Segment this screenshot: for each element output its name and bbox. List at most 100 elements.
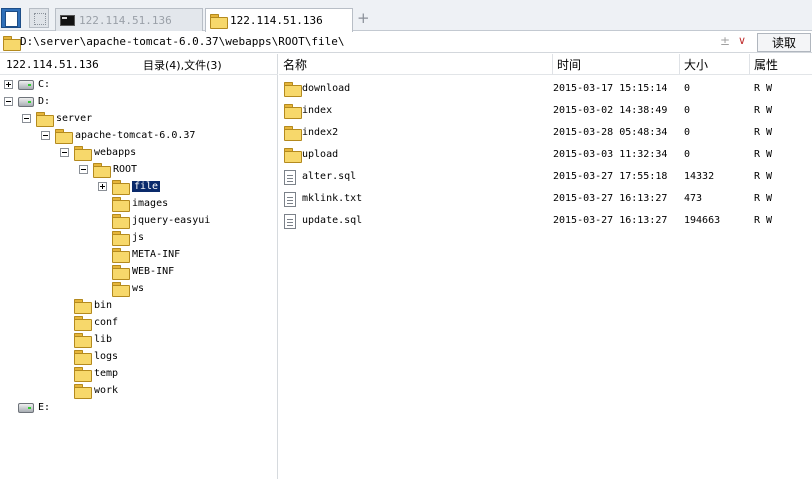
tree-item-label: webapps <box>94 147 137 158</box>
file-attr: R W <box>754 83 773 94</box>
drive-icon <box>18 402 34 413</box>
table-row[interactable]: index 2015-03-02 14:38:49 0 R W <box>279 100 812 122</box>
file-time: 2015-03-02 14:38:49 <box>553 105 668 116</box>
table-row[interactable]: mklink.txt 2015-03-27 16:13:27 473 R W <box>279 188 812 210</box>
tree-item[interactable]: js <box>112 229 144 246</box>
folder-icon <box>74 333 92 348</box>
tree-item[interactable]: temp <box>74 365 118 382</box>
folder-icon <box>3 36 21 51</box>
folder-icon <box>112 214 130 229</box>
panel-toggle-button[interactable] <box>1 8 21 28</box>
file-name: index2 <box>302 127 339 138</box>
folder-icon <box>284 148 302 163</box>
tree-item[interactable]: lib <box>74 331 112 348</box>
directory-tree-panel: 122.114.51.136 目录(4),文件(3) C: D: server apa… <box>0 54 278 479</box>
tree-item[interactable]: D: <box>18 93 50 110</box>
tree-item[interactable]: logs <box>74 348 118 365</box>
tree-item-label: META-INF <box>132 249 181 260</box>
folder-icon <box>210 14 228 29</box>
tree-item-label: ROOT <box>113 164 138 175</box>
tree-item-label: server <box>56 113 93 124</box>
tree-item-label: js <box>132 232 145 243</box>
new-tab-button[interactable]: + <box>357 9 370 27</box>
file-size: 194663 <box>684 215 721 226</box>
expand-toggle[interactable] <box>98 182 107 191</box>
tree-item[interactable]: file <box>112 178 161 195</box>
item-count: 目录(4),文件(3) <box>143 59 222 72</box>
collapse-toggle[interactable] <box>4 97 13 106</box>
column-header-time[interactable]: 时间 <box>553 54 680 75</box>
folder-icon <box>93 163 111 178</box>
path-input[interactable]: D:\server\apache-tomcat-6.0.37\webapps\R… <box>20 35 345 48</box>
expand-toggle[interactable] <box>4 80 13 89</box>
tree-item[interactable]: server <box>36 110 92 127</box>
tree-item[interactable]: images <box>112 195 168 212</box>
file-attr: R W <box>754 149 773 160</box>
file-icon <box>284 192 296 207</box>
tree-item-label: lib <box>94 334 113 345</box>
folder-icon <box>74 384 92 399</box>
table-row[interactable]: index2 2015-03-28 05:48:34 0 R W <box>279 122 812 144</box>
folder-icon <box>112 248 130 263</box>
folder-icon <box>112 265 130 280</box>
tree-item[interactable]: WEB-INF <box>112 263 174 280</box>
collapse-toggle[interactable] <box>41 131 50 140</box>
tree-item[interactable]: ROOT <box>93 161 137 178</box>
tree-item[interactable]: E: <box>18 399 50 416</box>
tree-header: 122.114.51.136 目录(4),文件(3) <box>0 54 278 75</box>
file-time: 2015-03-28 05:48:34 <box>553 127 668 138</box>
layout-toggle-button[interactable] <box>29 8 49 28</box>
file-attr: R W <box>754 215 773 226</box>
folder-icon <box>284 82 302 97</box>
file-icon <box>284 170 296 185</box>
tab-label: 122.114.51.136 <box>230 14 323 27</box>
tree-item[interactable]: apache-tomcat-6.0.37 <box>55 127 195 144</box>
tree-item[interactable]: ws <box>112 280 144 297</box>
tree-item-label: conf <box>94 317 119 328</box>
column-header-attr[interactable]: 属性 <box>750 54 812 75</box>
tree-item-label: bin <box>94 300 113 311</box>
file-time: 2015-03-27 16:13:27 <box>553 193 668 204</box>
file-size: 0 <box>684 127 691 138</box>
tree-item[interactable]: bin <box>74 297 112 314</box>
collapse-toggle[interactable] <box>22 114 31 123</box>
tree-item-label: WEB-INF <box>132 266 175 277</box>
file-attr: R W <box>754 193 773 204</box>
table-row[interactable]: download 2015-03-17 15:15:14 0 R W <box>279 78 812 100</box>
folder-icon <box>112 197 130 212</box>
file-time: 2015-03-03 11:32:34 <box>553 149 668 160</box>
tree-item-label: work <box>94 385 119 396</box>
file-size: 0 <box>684 105 691 116</box>
file-attr: R W <box>754 171 773 182</box>
folder-icon <box>74 299 92 314</box>
tree-item-label: ws <box>132 283 145 294</box>
collapse-toggle[interactable] <box>79 165 88 174</box>
drive-icon <box>18 96 34 107</box>
tab-file-manager[interactable]: 122.114.51.136 <box>205 8 353 32</box>
chevron-down-icon[interactable]: ∨ <box>738 34 746 47</box>
tree-item[interactable]: conf <box>74 314 118 331</box>
table-row[interactable]: update.sql 2015-03-27 16:13:27 194663 R W <box>279 210 812 232</box>
column-header-name[interactable]: 名称 <box>279 54 553 75</box>
table-row[interactable]: alter.sql 2015-03-27 17:55:18 14332 R W <box>279 166 812 188</box>
terminal-icon <box>60 14 75 26</box>
folder-icon <box>284 104 302 119</box>
path-bar: D:\server\apache-tomcat-6.0.37\webapps\R… <box>0 32 812 53</box>
tree-item-label: temp <box>94 368 119 379</box>
collapse-toggle[interactable] <box>60 148 69 157</box>
tree-item[interactable]: webapps <box>74 144 136 161</box>
folder-icon <box>112 282 130 297</box>
tree-item-label: images <box>132 198 169 209</box>
tree-item[interactable]: C: <box>18 76 50 93</box>
tree-item[interactable]: META-INF <box>112 246 180 263</box>
file-name: mklink.txt <box>302 193 363 204</box>
tab-label: 122.114.51.136 <box>79 13 172 27</box>
table-row[interactable]: upload 2015-03-03 11:32:34 0 R W <box>279 144 812 166</box>
tab-terminal[interactable]: 122.114.51.136 <box>55 8 203 31</box>
column-header-size[interactable]: 大小 <box>680 54 750 75</box>
host-label: 122.114.51.136 <box>6 58 99 71</box>
tree-item[interactable]: jquery-easyui <box>112 212 210 229</box>
bookmark-icon[interactable]: ± <box>720 34 730 48</box>
read-button[interactable]: 读取 <box>757 33 811 52</box>
tree-item[interactable]: work <box>74 382 118 399</box>
